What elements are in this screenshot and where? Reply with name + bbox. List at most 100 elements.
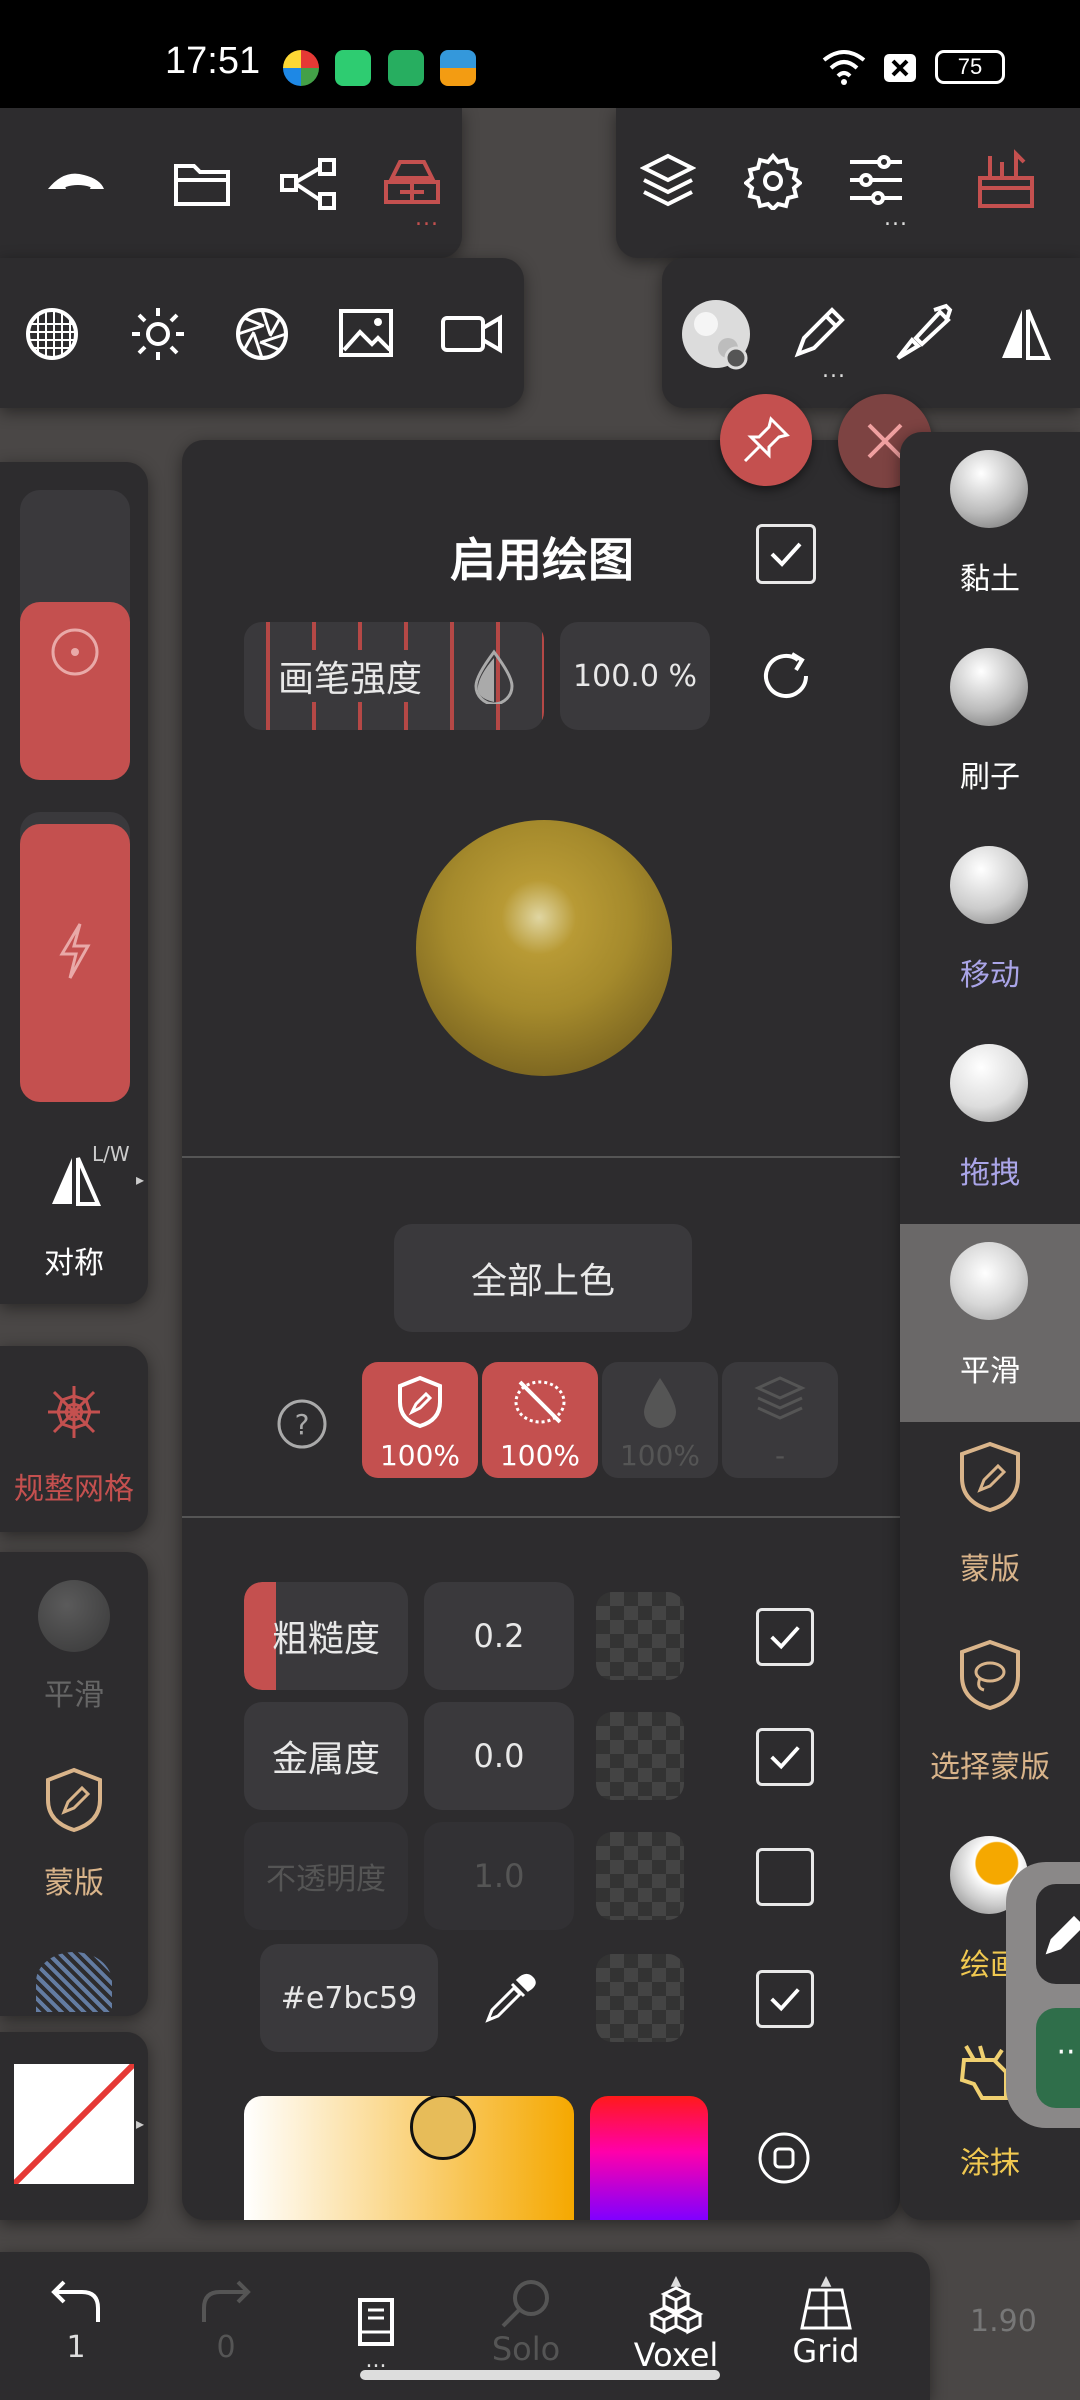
mask-shield-icon (958, 1440, 1022, 1514)
picker-handle[interactable] (410, 2096, 476, 2160)
aperture-icon[interactable] (234, 306, 290, 362)
tool-select-mask[interactable]: 选择蒙版 (900, 1620, 1080, 1818)
spider-web-icon (44, 1382, 104, 1442)
pen-icon[interactable] (792, 304, 846, 360)
radius-icon (49, 626, 101, 678)
drop-icon (640, 1374, 680, 1430)
move-sphere-icon (950, 846, 1028, 924)
pin-icon (741, 415, 791, 465)
metalness-checkbox[interactable] (756, 1728, 814, 1786)
no-paint-sphere-icon[interactable] (36, 1952, 112, 2012)
eyedropper-icon[interactable] (482, 1970, 538, 2026)
drop-icon (472, 648, 516, 704)
smooth-sphere-icon[interactable] (38, 1580, 110, 1652)
pen-more-indicator: ... (822, 358, 846, 383)
floating-widget-more[interactable]: ·· (1036, 2008, 1080, 2108)
opacity-checkbox[interactable] (756, 1848, 814, 1906)
opacity-slider[interactable]: 不透明度 (244, 1822, 408, 1930)
shield-notification-icon (388, 50, 424, 86)
left-smooth-label: 平滑 (44, 1678, 104, 1713)
roughness-label: 粗糙度 (271, 1619, 380, 1660)
toolbox-icon[interactable] (976, 148, 1036, 210)
tool-clay-label: 黏土 (960, 562, 1020, 597)
matcap-thumbnail (14, 2064, 134, 2184)
tool-drag[interactable]: 拖拽 (900, 1026, 1080, 1224)
status-time: 17:51 (165, 40, 261, 82)
folder-icon[interactable] (172, 158, 232, 210)
roughness-value[interactable]: 0.2 (424, 1582, 574, 1690)
reset-icon[interactable] (758, 648, 814, 704)
notes-icon (354, 2296, 398, 2348)
matcap-thumbnail-panel[interactable]: ▸ (0, 2032, 148, 2220)
channel-layer-toggle[interactable]: - (722, 1362, 838, 1478)
sliders-icon[interactable] (848, 154, 904, 206)
opacity-texture-slot[interactable] (596, 1832, 684, 1920)
render-toolbar (0, 258, 524, 408)
floating-widget-top[interactable] (1036, 1884, 1080, 1984)
smooth-sphere-icon (950, 1242, 1028, 1320)
opacity-value[interactable]: 1.0 (424, 1822, 574, 1930)
image-icon[interactable] (338, 308, 394, 358)
mirror-icon[interactable] (998, 306, 1052, 362)
metalness-slider[interactable]: 金属度 (244, 1702, 408, 1810)
roughness-slider[interactable]: 粗糙度 (244, 1582, 408, 1690)
wireframe-sphere-icon[interactable] (24, 306, 80, 362)
redo-button[interactable]: 0 (156, 2276, 296, 2365)
radius-slider-track[interactable] (20, 490, 130, 780)
metalness-value[interactable]: 0.0 (424, 1702, 574, 1810)
roughness-checkbox[interactable] (756, 1608, 814, 1666)
layers-icon[interactable] (640, 152, 696, 210)
gesture-bar[interactable] (360, 2370, 720, 2380)
solo-button[interactable]: Solo (456, 2276, 596, 2368)
drag-sphere-icon (950, 1044, 1028, 1122)
mask-shield-icon[interactable] (44, 1766, 104, 1834)
channel-no-paint-toggle[interactable]: 100% (482, 1362, 598, 1478)
camera-icon[interactable] (440, 312, 504, 356)
regular-mesh-panel[interactable]: 规整网格 (0, 1346, 148, 1532)
brush-sphere-icon[interactable] (676, 294, 756, 374)
metalness-texture-slot[interactable] (596, 1712, 684, 1800)
tool-smooth[interactable]: 平滑 (900, 1224, 1080, 1422)
notes-button[interactable]: ... (306, 2296, 446, 2373)
color-mode-icon[interactable] (756, 2130, 812, 2186)
saturation-value-picker[interactable] (244, 2096, 574, 2220)
brush-intensity-label: 画笔强度 (274, 650, 427, 702)
tool-drag-label: 拖拽 (960, 1156, 1020, 1191)
settings-icon[interactable] (744, 152, 802, 210)
hue-slider[interactable] (590, 2096, 708, 2220)
color-texture-slot[interactable] (596, 1954, 684, 2042)
tool-mask[interactable]: 蒙版 (900, 1422, 1080, 1620)
paint-brush-icon[interactable] (894, 302, 954, 362)
channel-no-paint-value: 100% (499, 1439, 581, 1472)
tool-smudge-label: 涂抹 (960, 2146, 1020, 2181)
color-checkbox[interactable] (756, 1970, 814, 2028)
channel-opacity-toggle[interactable]: 100% (602, 1362, 718, 1478)
brush-intensity-value[interactable]: 100.0 % (560, 622, 710, 730)
voxel-button[interactable]: ▲ Voxel (606, 2274, 746, 2374)
svg-text:?: ? (295, 1408, 310, 1441)
thumbnail-expand-arrow: ▸ (136, 2114, 145, 2133)
tool-mask-label: 蒙版 (960, 1552, 1020, 1587)
paint-all-button[interactable]: 全部上色 (394, 1224, 692, 1332)
floating-side-widget[interactable]: ·· (1006, 1862, 1080, 2128)
roughness-texture-slot[interactable] (596, 1592, 684, 1680)
channel-mask-value: 100% (379, 1439, 461, 1472)
tool-clay[interactable]: 黏土 (900, 432, 1080, 630)
tool-move[interactable]: 移动 (900, 828, 1080, 1026)
logo-icon[interactable] (44, 163, 108, 199)
intensity-slider-track[interactable] (20, 812, 130, 1102)
undo-button[interactable]: 1 (6, 2276, 146, 2365)
sun-icon[interactable] (130, 306, 186, 362)
tool-brush[interactable]: 刷子 (900, 630, 1080, 828)
help-icon[interactable]: ? (276, 1398, 328, 1450)
left-tools-panel: 平滑 蒙版 (0, 1552, 148, 2016)
workshop-icon[interactable] (380, 156, 444, 208)
pin-panel-button[interactable] (720, 394, 812, 486)
grid-expand-caret: ▲ (820, 2273, 832, 2289)
brush-intensity-control[interactable]: 画笔强度 (244, 622, 544, 730)
enable-paint-checkbox[interactable] (756, 524, 816, 584)
share-icon[interactable] (278, 156, 338, 212)
channel-mask-toggle[interactable]: 100% (362, 1362, 478, 1478)
grid-button[interactable]: ▲ Grid (756, 2273, 896, 2370)
color-hex-input[interactable]: #e7bc59 (260, 1944, 438, 2052)
